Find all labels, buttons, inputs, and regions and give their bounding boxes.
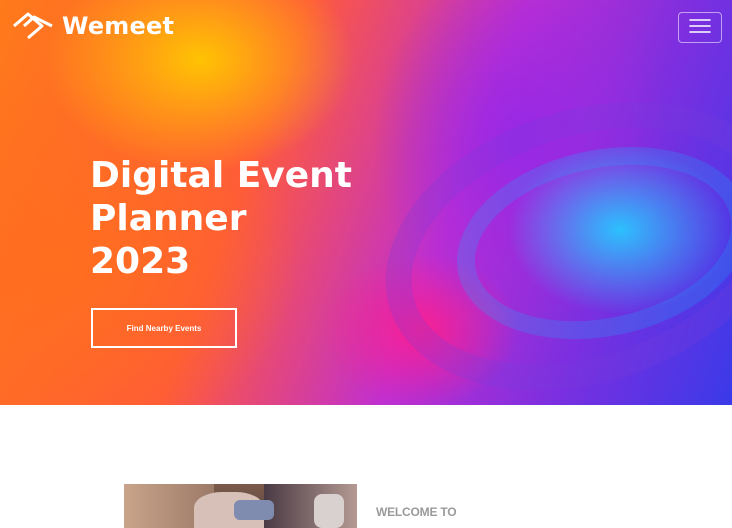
find-nearby-events-button[interactable]: Find Nearby Events xyxy=(91,308,237,348)
hero-section: Wemeet Digital Event Planner 2023 Find N… xyxy=(0,0,732,405)
hero-title-line-1: Digital Event xyxy=(90,155,353,196)
menu-toggle-button[interactable] xyxy=(678,12,722,43)
event-photo xyxy=(124,484,357,528)
brand-name: Wemeet xyxy=(62,12,175,40)
hero-title: Digital Event Planner 2023 xyxy=(90,154,352,283)
hero-title-line-2: Planner xyxy=(90,198,247,239)
hamburger-menu-icon xyxy=(689,18,711,38)
hero-title-line-3: 2023 xyxy=(90,241,191,282)
brand-logo-link[interactable]: Wemeet xyxy=(8,10,174,42)
welcome-eyebrow: WELCOME TO xyxy=(376,505,457,519)
wemeet-logo-icon xyxy=(8,10,56,42)
